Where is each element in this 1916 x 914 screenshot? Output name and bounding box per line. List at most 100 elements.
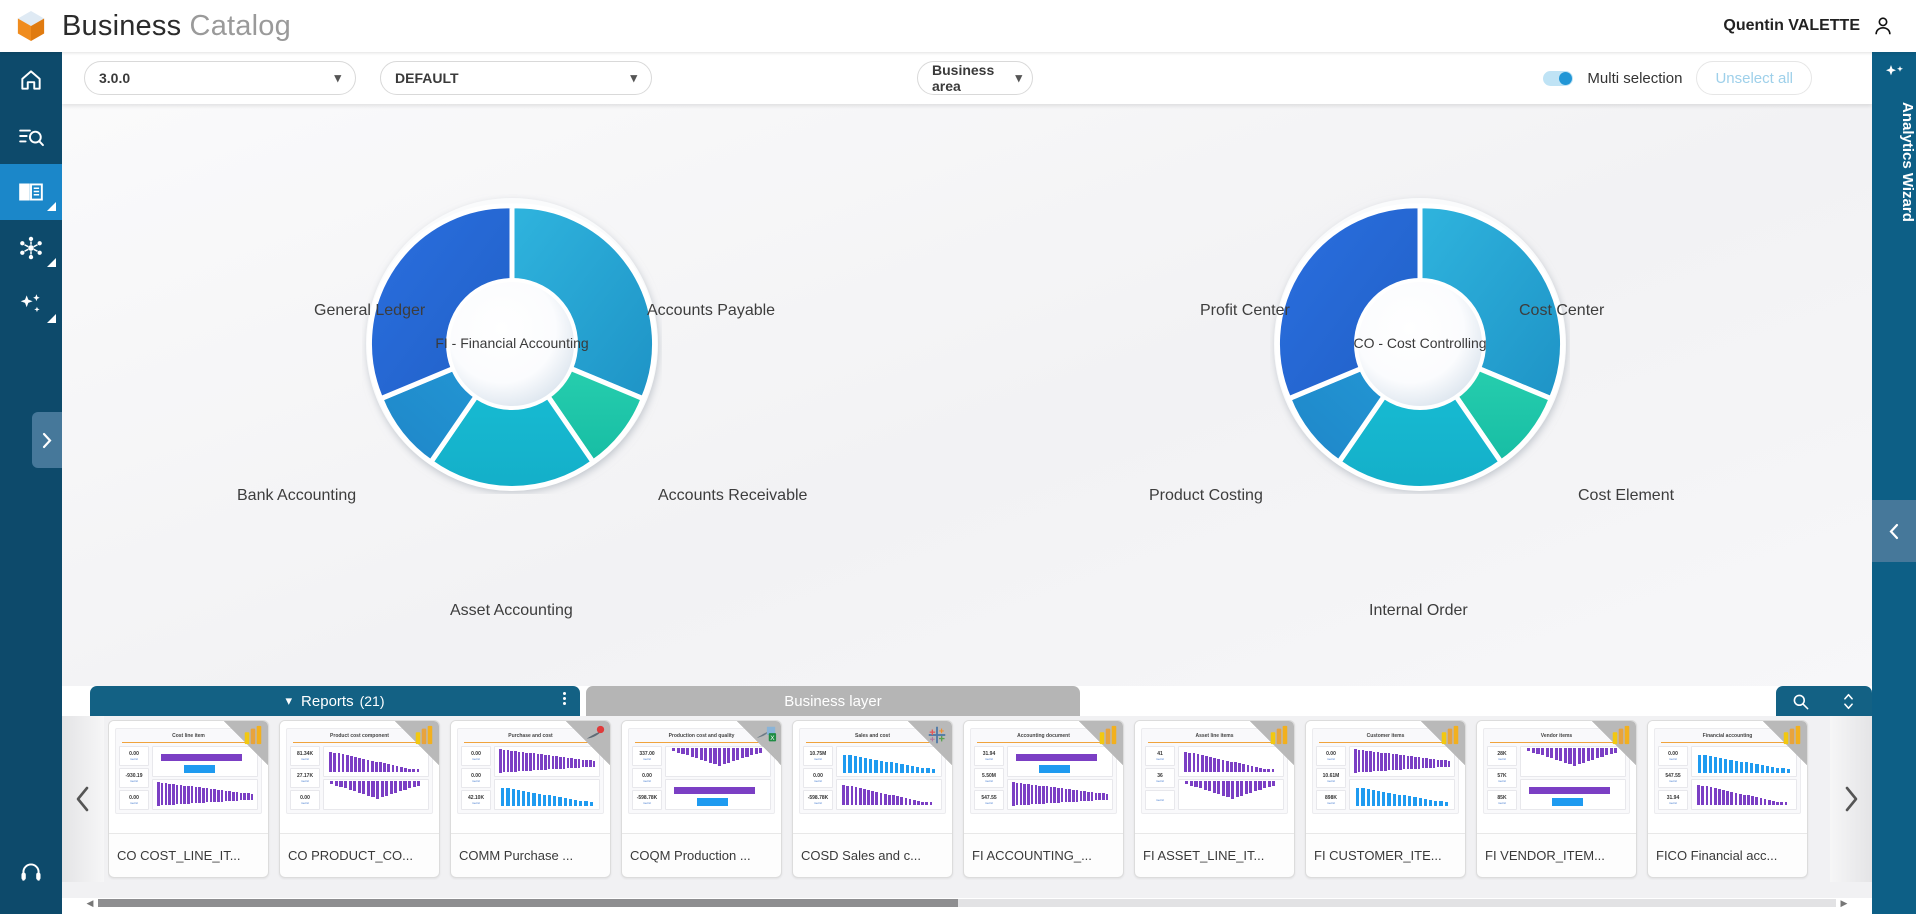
gallery-scrollbar[interactable]: ◀ ▶ (62, 898, 1872, 908)
report-thumbnail: Vendor items 28K metric 57K metric 85K metric (1477, 721, 1636, 833)
donut-fi-svg (366, 198, 658, 491)
report-card[interactable]: Product cost component 81.34K metric 27.17K… (279, 720, 440, 878)
chevron-left-icon (1889, 523, 1898, 539)
analytics-wizard-rail[interactable]: Analytics Wizard (1872, 52, 1916, 914)
thumb-kpi: 57K metric (1487, 768, 1517, 788)
report-thumbnail: Production cost and quality 337.00 metric 0… (622, 721, 781, 833)
dataset-select[interactable]: DEFAULT ▾ (380, 61, 652, 95)
sidebar-item-network[interactable] (0, 220, 62, 276)
unselect-all-button[interactable]: Unselect all (1696, 61, 1812, 95)
report-card[interactable]: Financial accounting 0.00 metric 547.55 metr… (1647, 720, 1808, 878)
gallery-prev-button[interactable] (62, 716, 104, 882)
sidebar-item-help[interactable] (0, 844, 62, 900)
left-sidebar (0, 52, 62, 914)
donut-co-label-product-costing[interactable]: Product Costing (1149, 487, 1263, 505)
book-icon (19, 183, 43, 201)
thumbnail-kpis: 337.00 metric 0.00 metric -598.78K metric (632, 746, 662, 810)
gallery-next-button[interactable] (1830, 716, 1872, 882)
report-card[interactable]: Customer items 0.00 metric 10.61M metric 898K… (1305, 720, 1466, 878)
search-list-icon (19, 129, 44, 147)
sidebar-item-catalog[interactable] (0, 164, 62, 220)
report-card[interactable]: Production cost and quality 337.00 metric 0… (621, 720, 782, 878)
powerbi-icon (1268, 724, 1290, 746)
tab-reports-count: (21) (359, 693, 385, 709)
report-thumbnail: Financial accounting 0.00 metric 547.55 metr… (1648, 721, 1807, 833)
thumbnail-chart (1007, 779, 1113, 810)
report-card-list[interactable]: Cost line item 0.00 metric -930.19 metric 0.0… (108, 720, 1826, 880)
tableau-icon (926, 724, 948, 746)
donut-co-label-profit-center[interactable]: Profit Center (1200, 302, 1290, 320)
svg-text:X: X (770, 735, 775, 742)
cube-icon (17, 11, 45, 41)
thumbnail-chart (665, 779, 771, 810)
donut-co-label-cost-element[interactable]: Cost Element (1578, 487, 1674, 505)
sparkle-icon (1886, 65, 1903, 76)
donut-co-label-cost-center[interactable]: Cost Center (1519, 302, 1604, 320)
report-card-name: CO COST_LINE_IT... (109, 833, 268, 877)
thumb-kpi: 337.00 metric (632, 746, 662, 766)
donut-co-label-internal-order[interactable]: Internal Order (1369, 602, 1468, 620)
app-logo[interactable] (0, 10, 62, 42)
page-title: Business Catalog (62, 10, 291, 43)
tab-business-layer[interactable]: Business layer (586, 686, 1080, 716)
thumb-kpi: 898K metric (1316, 790, 1346, 810)
report-card-name: COQM Production ... (622, 833, 781, 877)
report-card[interactable]: Vendor items 28K metric 57K metric 85K metric F… (1476, 720, 1637, 878)
powerbi-icon (1610, 724, 1632, 746)
donut-fi-label-accounts-payable[interactable]: Accounts Payable (647, 302, 775, 320)
thumb-kpi: 31.94 metric (974, 746, 1004, 766)
sidebar-item-ai[interactable] (0, 276, 62, 332)
donut-chart-fi[interactable]: FI - Financial Accounting (362, 194, 662, 494)
donut-fi-label-accounts-receivable[interactable]: Accounts Receivable (658, 487, 807, 505)
search-icon[interactable] (1791, 692, 1810, 711)
powerbi-icon (413, 724, 435, 746)
report-card-name: COMM Purchase ... (451, 833, 610, 877)
tab-reports-label: Reports (301, 692, 354, 710)
thumbnail-chart (1349, 779, 1455, 810)
version-select[interactable]: 3.0.0 ▾ (84, 61, 356, 95)
sparkle-icon (20, 294, 40, 313)
report-card[interactable]: Accounting document 31.94 metric 5.50M metri… (963, 720, 1124, 878)
thumb-kpi: -930.19 metric (119, 768, 149, 788)
tab-reports[interactable]: ▾ Reports (21) (90, 686, 580, 716)
report-card-name: FICO Financial acc... (1648, 833, 1807, 877)
kebab-icon[interactable] (563, 692, 566, 705)
resize-vertical-icon[interactable] (1839, 692, 1858, 711)
thumbnail-chart (1691, 779, 1797, 810)
donut-fi-label-bank-accounting[interactable]: Bank Accounting (237, 487, 356, 505)
triangle-left-icon[interactable]: ◀ (84, 898, 96, 908)
report-card[interactable]: Cost line item 0.00 metric -930.19 metric 0.0… (108, 720, 269, 878)
thumb-kpi: -598.78K metric (803, 790, 833, 810)
home-icon (21, 70, 41, 90)
multi-selection-toggle[interactable] (1543, 70, 1574, 86)
right-rail-collapse-button[interactable] (1872, 500, 1916, 562)
sidebar-item-home[interactable] (0, 52, 62, 108)
report-thumbnail: Sales and cost 10.75M metric 0.00 metric -598… (793, 721, 952, 833)
version-select-value: 3.0.0 (99, 70, 131, 86)
report-card-name: CO PRODUCT_CO... (280, 833, 439, 877)
thumb-kpi: 0.00 metric (632, 768, 662, 788)
report-card[interactable]: Asset line items 41 metric 36 metric metric FI… (1134, 720, 1295, 878)
sidebar-expand-button[interactable] (32, 412, 62, 468)
report-card[interactable]: Purchase and cost 0.00 metric 0.00 metric 42.… (450, 720, 611, 878)
thumbnail-kpis: 41 metric 36 metric metric (1145, 746, 1175, 810)
thumb-kpi: 0.00 metric (461, 746, 491, 766)
triangle-right-icon[interactable]: ▶ (1838, 898, 1850, 908)
user-icon[interactable] (1872, 15, 1894, 37)
app-title-dim: Catalog (189, 9, 291, 42)
donut-fi-label-general-ledger[interactable]: General Ledger (314, 302, 425, 320)
donut-chart-co[interactable]: CO - Cost Controlling (1270, 194, 1570, 494)
thumb-kpi: 547.55 metric (974, 790, 1004, 810)
thumbnail-chart (152, 779, 258, 810)
sidebar-item-search[interactable] (0, 108, 62, 164)
dataset-select-value: DEFAULT (395, 70, 459, 86)
donut-fi-label-asset-accounting[interactable]: Asset Accounting (450, 602, 573, 620)
multi-selection-label: Multi selection (1587, 69, 1683, 87)
thumb-kpi: 36 metric (1145, 768, 1175, 788)
scrollbar-thumb[interactable] (98, 899, 958, 907)
user-menu[interactable]: Quentin VALETTE (1723, 15, 1916, 37)
thumb-kpi: 28K metric (1487, 746, 1517, 766)
excel-icon: X (755, 724, 777, 746)
business-area-select[interactable]: Business area ▾ (917, 61, 1033, 95)
report-card[interactable]: Sales and cost 10.75M metric 0.00 metric -598… (792, 720, 953, 878)
